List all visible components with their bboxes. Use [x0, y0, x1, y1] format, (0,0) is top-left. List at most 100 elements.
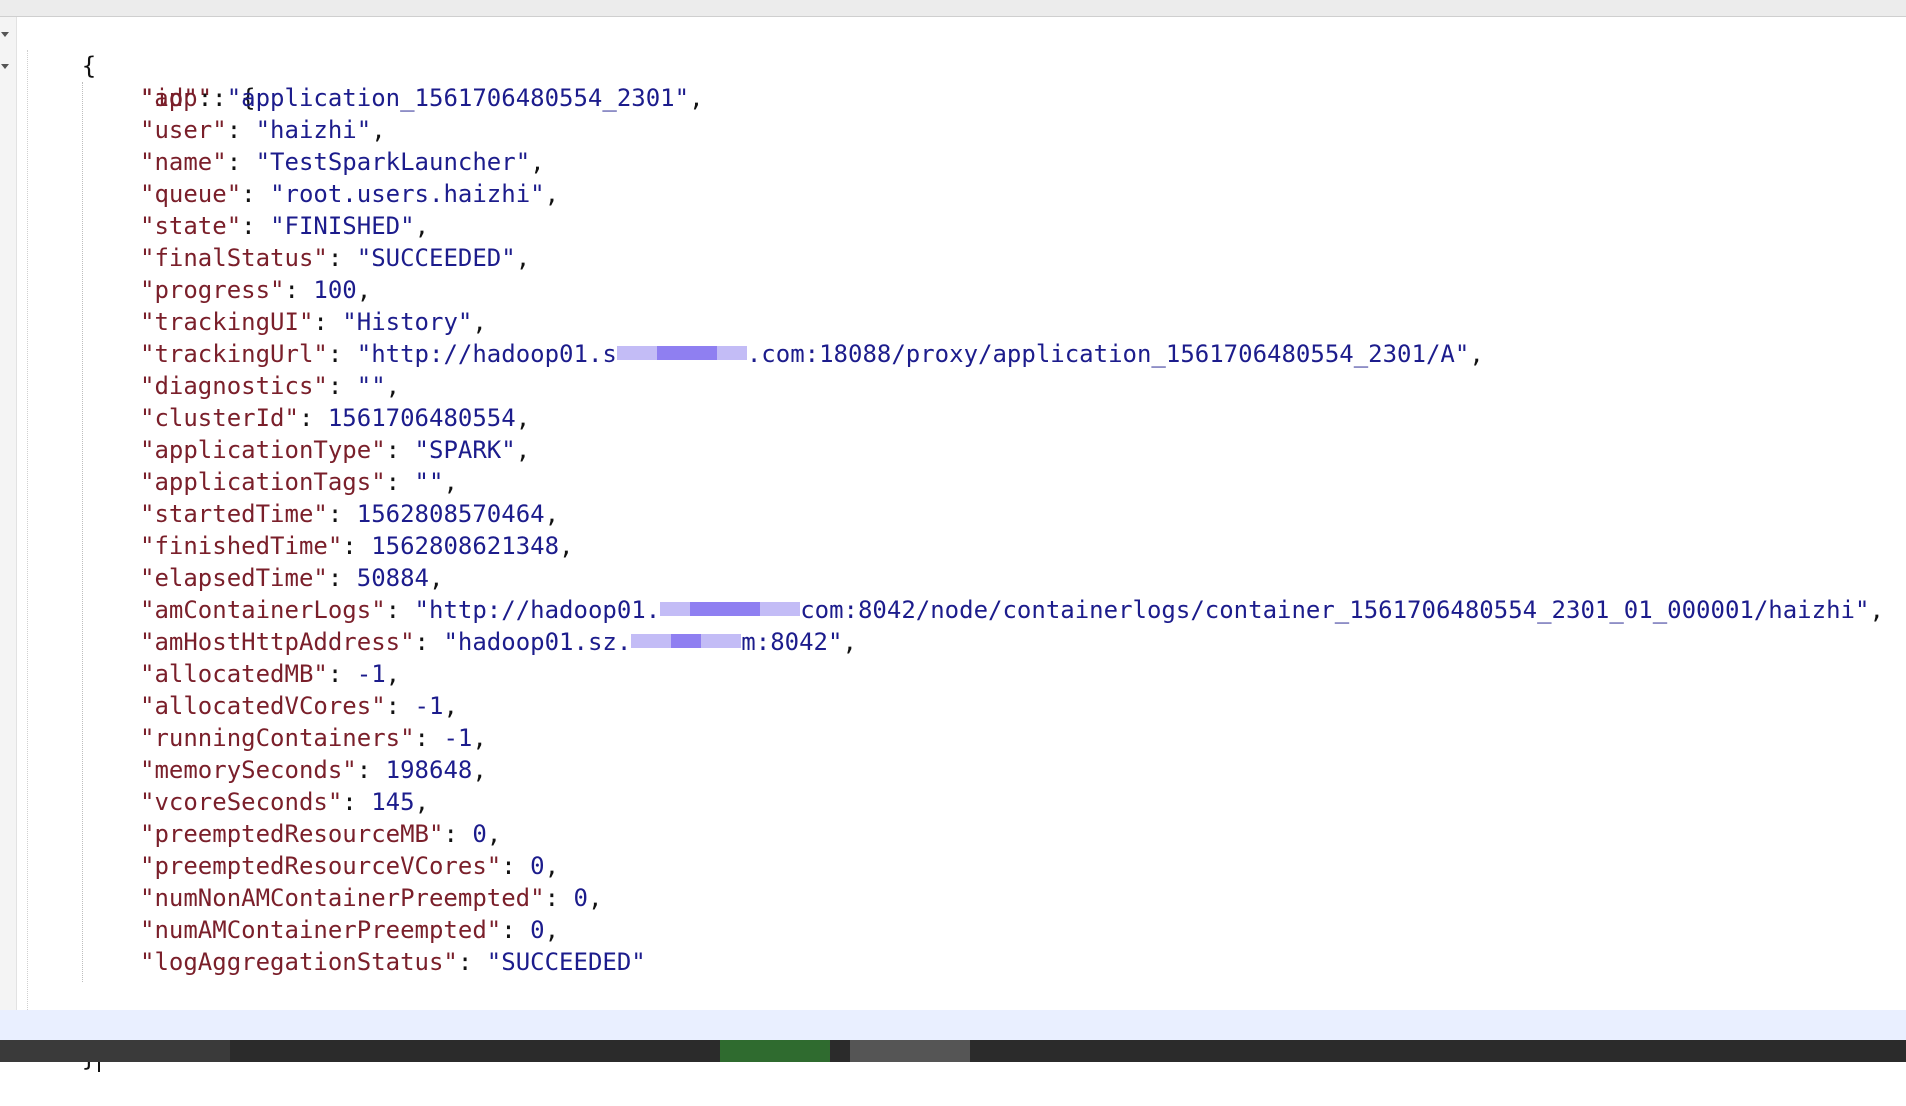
json-colon: :	[544, 884, 574, 912]
json-line: "clusterId": 1561706480554,	[0, 402, 530, 434]
json-comma: ,	[385, 372, 401, 400]
json-value-suffix: m:8042"	[741, 628, 843, 656]
redaction-block	[760, 602, 801, 616]
json-value-prefix: "http://hadoop01.s	[356, 340, 617, 368]
json-key: "amContainerLogs"	[140, 596, 386, 624]
json-line: "id": "application_1561706480554_2301",	[0, 82, 704, 114]
json-line: "amHostHttpAddress": "hadoop01.sz. m:8042…	[0, 626, 857, 658]
redaction-block	[656, 346, 717, 360]
json-line: "queue": "root.users.haizhi",	[0, 178, 559, 210]
json-key: "numNonAMContainerPreempted"	[140, 884, 545, 912]
json-value: "SPARK"	[414, 436, 516, 464]
json-key: "state"	[140, 212, 242, 240]
json-comma: ,	[443, 692, 458, 720]
json-value: "SUCCEEDED"	[486, 948, 646, 976]
json-value: ""	[356, 372, 386, 400]
json-value-suffix: com:8042/node/containerlogs/container_15…	[800, 596, 1870, 624]
json-comma: ,	[1469, 340, 1484, 368]
json-colon: :	[241, 212, 271, 240]
json-value: 0	[472, 820, 487, 848]
json-value-suffix: .com:18088/proxy/application_15617064805…	[746, 340, 1470, 368]
editor-top-border	[0, 0, 1906, 17]
json-comma: ,	[530, 148, 545, 176]
json-comma: ,	[544, 180, 560, 208]
json-comma: ,	[544, 916, 560, 944]
json-comma: ,	[443, 468, 458, 496]
json-comma: ,	[559, 532, 574, 560]
json-colon: :	[342, 532, 372, 560]
json-colon: :	[443, 820, 473, 848]
json-value: "haizhi"	[255, 116, 372, 144]
taskbar-app-icon	[720, 1040, 830, 1062]
json-colon: :	[284, 276, 314, 304]
json-colon: :	[313, 308, 343, 336]
json-key: "preemptedResourceMB"	[140, 820, 444, 848]
json-line: "progress": 100,	[0, 274, 371, 306]
json-value: 0	[573, 884, 588, 912]
json-line: "finishedTime": 1562808621348,	[0, 530, 574, 562]
line-root-open: {	[0, 18, 96, 80]
line-app-key: "app": {	[0, 50, 256, 112]
json-key: "diagnostics"	[140, 372, 328, 400]
redaction-block	[631, 634, 672, 648]
json-value: "root.users.haizhi"	[270, 180, 545, 208]
json-key: "id"	[140, 84, 198, 112]
json-colon: :	[356, 756, 386, 784]
json-comma: ,	[472, 308, 487, 336]
json-comma: ,	[515, 436, 531, 464]
json-key: "user"	[140, 116, 227, 144]
json-key: "startedTime"	[140, 500, 328, 528]
json-line: "runningContainers": -1,	[0, 722, 487, 754]
taskbar-segment	[0, 1040, 230, 1062]
json-key: "applicationTags"	[140, 468, 386, 496]
json-comma: ,	[371, 116, 386, 144]
json-value: "application_1561706480554_2301"	[226, 84, 690, 112]
json-line: "trackingUrl": "http://hadoop01.s .com:18…	[0, 338, 1484, 370]
json-comma: ,	[842, 628, 857, 656]
json-value: 145	[371, 788, 415, 816]
json-line: "preemptedResourceVCores": 0,	[0, 850, 559, 882]
json-comma: ,	[414, 788, 430, 816]
json-line: "elapsedTime": 50884,	[0, 562, 443, 594]
json-colon: :	[385, 692, 415, 720]
json-comma: ,	[486, 820, 502, 848]
json-value-prefix: "http://hadoop01.	[414, 596, 661, 624]
json-key: "trackingUrl"	[140, 340, 328, 368]
json-key: "runningContainers"	[140, 724, 415, 752]
json-value: 0	[530, 916, 545, 944]
json-colon: :	[414, 724, 444, 752]
json-colon: :	[327, 244, 357, 272]
json-colon: :	[501, 852, 531, 880]
json-value: 0	[530, 852, 545, 880]
json-comma: ,	[429, 564, 444, 592]
redaction-block	[616, 346, 657, 360]
json-colon: :	[385, 596, 415, 624]
json-line: "name": "TestSparkLauncher",	[0, 146, 545, 178]
json-value: 50884	[356, 564, 429, 592]
json-colon: :	[327, 340, 357, 368]
json-key: "queue"	[140, 180, 242, 208]
json-key: "allocatedMB"	[140, 660, 328, 688]
json-key: "preemptedResourceVCores"	[140, 852, 502, 880]
json-value: -1	[356, 660, 386, 688]
json-key: "memorySeconds"	[140, 756, 357, 784]
json-key: "finalStatus"	[140, 244, 328, 272]
json-comma: ,	[414, 212, 430, 240]
json-colon: :	[226, 116, 256, 144]
json-line: "allocatedVCores": -1,	[0, 690, 458, 722]
json-line: "finalStatus": "SUCCEEDED",	[0, 242, 530, 274]
background-taskbar-strip	[0, 1040, 1906, 1062]
json-value: "History"	[342, 308, 473, 336]
json-colon: :	[414, 628, 444, 656]
redaction-block	[671, 634, 702, 648]
json-key: "clusterId"	[140, 404, 299, 432]
json-line: "allocatedMB": -1,	[0, 658, 400, 690]
json-comma: ,	[356, 276, 372, 304]
redaction-block	[701, 634, 742, 648]
json-line: "applicationType": "SPARK",	[0, 434, 530, 466]
json-key: "allocatedVCores"	[140, 692, 386, 720]
line-app-close: }	[0, 978, 154, 1040]
json-value: ""	[414, 468, 444, 496]
line-root-close-current[interactable]: }	[0, 1010, 1906, 1072]
json-line: "user": "haizhi",	[0, 114, 386, 146]
